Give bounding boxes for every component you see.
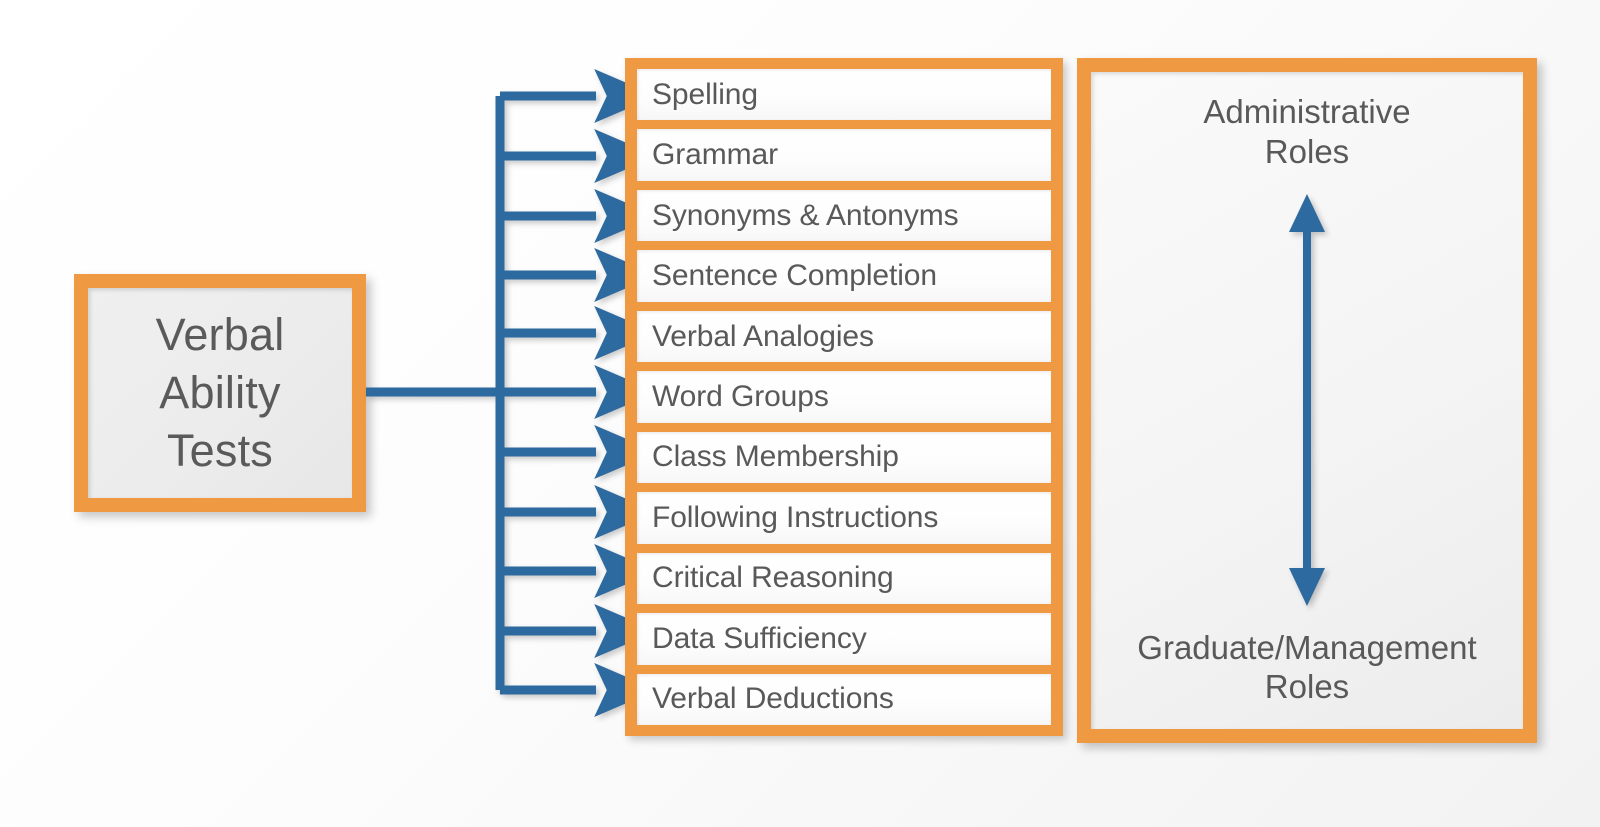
list-item[interactable]: Critical Reasoning xyxy=(637,552,1051,605)
list-item-label: Synonyms & Antonyms xyxy=(652,198,959,232)
list-item[interactable]: Data Sufficiency xyxy=(637,613,1051,665)
list-item-label: Critical Reasoning xyxy=(652,561,894,595)
list-item-label: Data Sufficiency xyxy=(652,621,867,655)
list-item[interactable]: Verbal Deductions xyxy=(637,673,1051,725)
list-item[interactable]: Following Instructions xyxy=(637,492,1051,544)
list-item-label: Following Instructions xyxy=(652,500,939,534)
test-types-panel: Spelling Grammar Synonyms & Antonyms Sen… xyxy=(625,58,1063,736)
roles-panel[interactable]: Administrative Roles Graduate/Management… xyxy=(1077,58,1537,743)
list-item-label: Word Groups xyxy=(652,379,829,413)
list-item[interactable]: Verbal Analogies xyxy=(637,310,1051,363)
diagram-canvas: Verbal Ability Tests Spelling Grammar Sy… xyxy=(0,0,1600,827)
source-box-label: Verbal Ability Tests xyxy=(155,308,285,477)
roles-top-label: Administrative Roles xyxy=(1203,93,1411,170)
list-item-label: Spelling xyxy=(652,77,758,111)
list-item[interactable]: Synonyms & Antonyms xyxy=(637,189,1051,242)
source-box-inner: Verbal Ability Tests xyxy=(88,288,352,498)
roles-bottom-label: Graduate/Management Roles xyxy=(1137,628,1477,706)
list-item-label: Class Membership xyxy=(652,440,899,474)
list-item[interactable]: Sentence Completion xyxy=(637,250,1051,302)
roles-panel-inner: Administrative Roles Graduate/Management… xyxy=(1091,72,1523,729)
roles-arrow-container xyxy=(1101,171,1513,628)
double-headed-vertical-arrow-icon xyxy=(1289,193,1325,606)
list-item-label: Verbal Deductions xyxy=(652,682,894,716)
list-item[interactable]: Class Membership xyxy=(637,431,1051,484)
list-item[interactable]: Spelling xyxy=(637,69,1051,121)
list-item[interactable]: Grammar xyxy=(637,129,1051,181)
list-item-label: Sentence Completion xyxy=(652,259,937,293)
list-item[interactable]: Word Groups xyxy=(637,371,1051,423)
source-box-verbal-ability-tests[interactable]: Verbal Ability Tests xyxy=(74,274,366,512)
list-item-label: Verbal Analogies xyxy=(652,319,874,353)
list-item-label: Grammar xyxy=(652,138,778,172)
